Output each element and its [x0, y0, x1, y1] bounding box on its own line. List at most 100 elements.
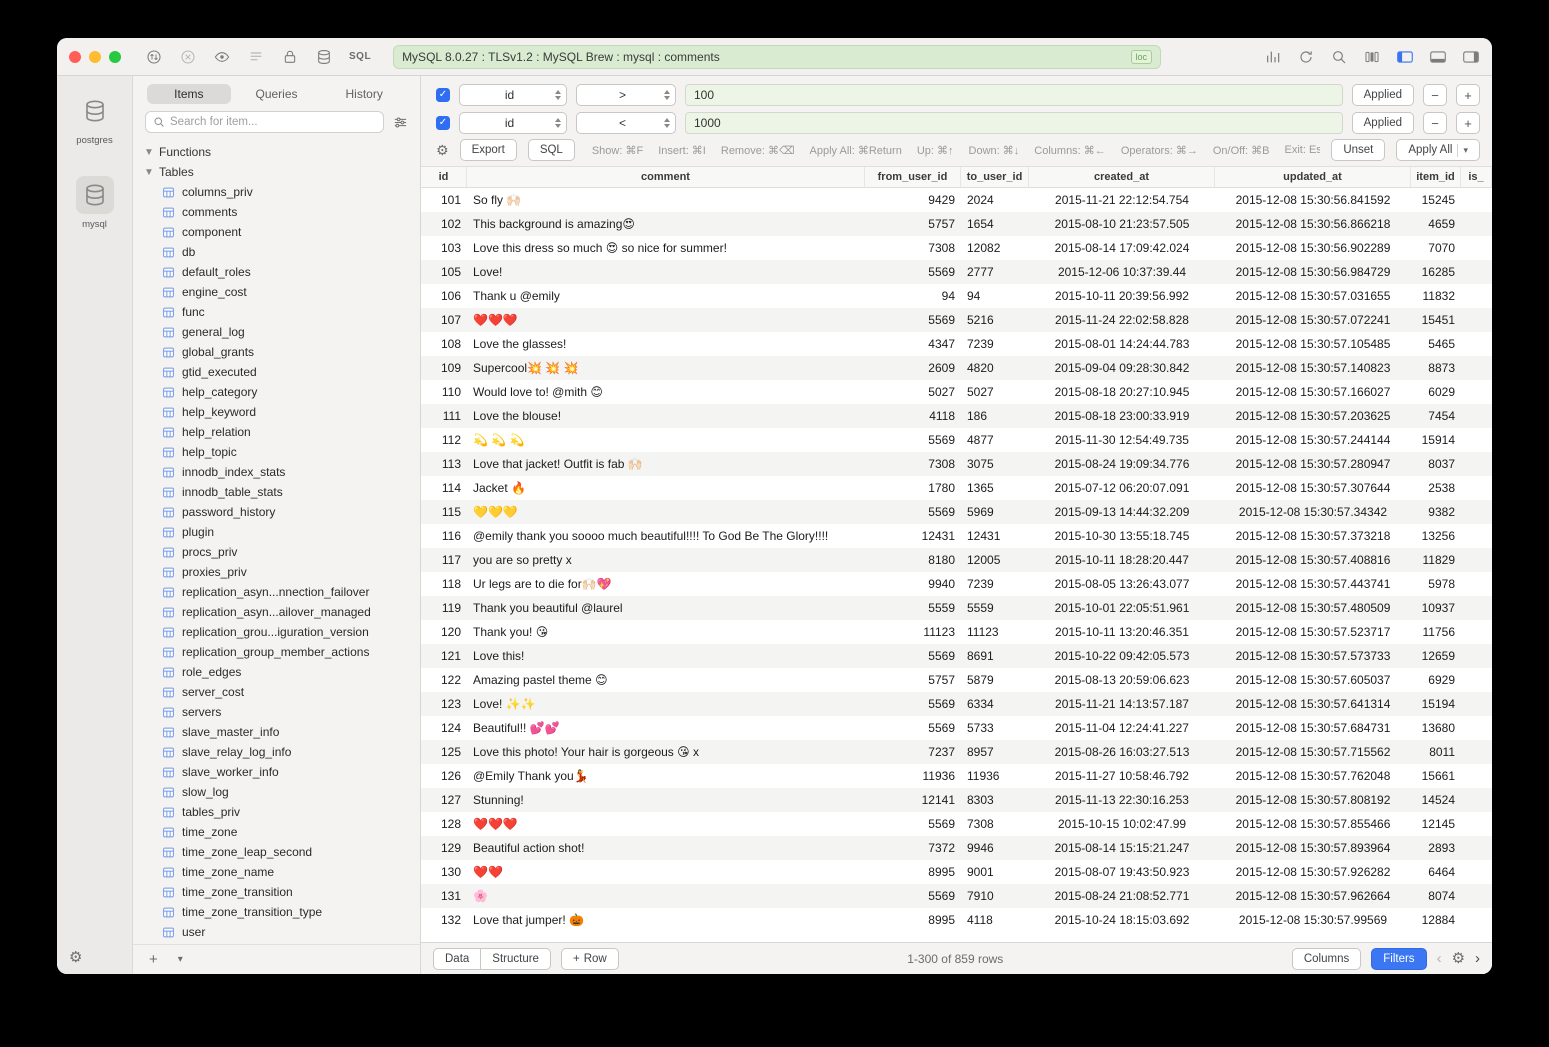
cell-created-at[interactable]: 2015-08-18 23:00:33.919	[1029, 409, 1215, 423]
table-row[interactable]: 116 @emily thank you soooo much beautifu…	[421, 524, 1492, 548]
filter-operator-select[interactable]: <	[576, 112, 676, 134]
cell-from-user-id[interactable]: 5569	[865, 649, 961, 663]
cell-updated-at[interactable]: 2015-12-08 15:30:57.140823	[1215, 361, 1411, 375]
cell-comment[interactable]: So fly 🙌🏻	[467, 193, 865, 207]
sidebar-table-item[interactable]: innodb_table_stats	[133, 482, 420, 502]
cell-item-id[interactable]: 15451	[1411, 313, 1461, 327]
table-row[interactable]: 106 Thank u @emily 94 94 2015-10-11 20:3…	[421, 284, 1492, 308]
cell-id[interactable]: 107	[421, 313, 467, 327]
cell-id[interactable]: 114	[421, 481, 467, 495]
cell-comment[interactable]: you are so pretty x	[467, 553, 865, 567]
cell-updated-at[interactable]: 2015-12-08 15:30:56.984729	[1215, 265, 1411, 279]
disclosure-triangle-icon[interactable]: ▼	[144, 147, 153, 158]
cell-created-at[interactable]: 2015-11-04 12:24:41.227	[1029, 721, 1215, 735]
cell-to-user-id[interactable]: 5879	[961, 673, 1029, 687]
cell-from-user-id[interactable]: 5569	[865, 505, 961, 519]
cell-item-id[interactable]: 8074	[1411, 889, 1461, 903]
table-row[interactable]: 111 Love the blouse! 4118 186 2015-08-18…	[421, 404, 1492, 428]
cell-comment[interactable]: This background is amazing😍	[467, 217, 865, 231]
sidebar-table-item[interactable]: default_roles	[133, 262, 420, 282]
cell-comment[interactable]: Love the blouse!	[467, 409, 865, 423]
cell-from-user-id[interactable]: 4347	[865, 337, 961, 351]
filter-enabled-checkbox[interactable]: ✓	[436, 88, 450, 102]
sidebar-table-item[interactable]: plugin	[133, 522, 420, 542]
cell-item-id[interactable]: 15194	[1411, 697, 1461, 711]
minimize-window-button[interactable]	[89, 51, 101, 63]
cell-from-user-id[interactable]: 94	[865, 289, 961, 303]
cell-comment[interactable]: Love this photo! Your hair is gorgeous 😘…	[467, 745, 865, 759]
cell-comment[interactable]: 💛💛💛	[467, 505, 865, 519]
chart-icon[interactable]	[1264, 48, 1282, 66]
table-row[interactable]: 129 Beautiful action shot! 7372 9946 201…	[421, 836, 1492, 860]
cell-to-user-id[interactable]: 5216	[961, 313, 1029, 327]
cell-comment[interactable]: @emily thank you soooo much beautiful!!!…	[467, 529, 865, 543]
cell-id[interactable]: 117	[421, 553, 467, 567]
cell-updated-at[interactable]: 2015-12-08 15:30:56.841592	[1215, 193, 1411, 207]
cell-from-user-id[interactable]: 4118	[865, 409, 961, 423]
tree-group-tables[interactable]: ▼ Tables	[133, 162, 420, 182]
cell-id[interactable]: 122	[421, 673, 467, 687]
cell-item-id[interactable]: 12659	[1411, 649, 1461, 663]
cell-comment[interactable]: Beautiful!! 💕💕	[467, 721, 865, 735]
cell-from-user-id[interactable]: 12141	[865, 793, 961, 807]
filter-value-input[interactable]	[685, 112, 1343, 134]
close-window-button[interactable]	[69, 51, 81, 63]
table-row[interactable]: 123 Love! ✨✨ 5569 6334 2015-11-21 14:13:…	[421, 692, 1492, 716]
apply-all-button[interactable]: Apply All ▾	[1396, 139, 1480, 161]
cell-updated-at[interactable]: 2015-12-08 15:30:57.99569	[1215, 913, 1411, 927]
connection-mysql[interactable]: mysql	[76, 176, 114, 230]
table-row[interactable]: 110 Would love to! @mith 😊 5027 5027 201…	[421, 380, 1492, 404]
tab-history[interactable]: History	[322, 84, 406, 104]
table-row[interactable]: 102 This background is amazing😍 5757 165…	[421, 212, 1492, 236]
cell-id[interactable]: 131	[421, 889, 467, 903]
cell-id[interactable]: 127	[421, 793, 467, 807]
cell-item-id[interactable]: 13680	[1411, 721, 1461, 735]
cell-id[interactable]: 111	[421, 409, 467, 423]
next-page-icon[interactable]: ›	[1475, 951, 1480, 966]
sidebar-table-item[interactable]: engine_cost	[133, 282, 420, 302]
sidebar-table-item[interactable]: role_edges	[133, 662, 420, 682]
cell-from-user-id[interactable]: 5559	[865, 601, 961, 615]
table-row[interactable]: 117 you are so pretty x 8180 12005 2015-…	[421, 548, 1492, 572]
cell-updated-at[interactable]: 2015-12-08 15:30:57.105485	[1215, 337, 1411, 351]
cell-created-at[interactable]: 2015-11-21 14:13:57.187	[1029, 697, 1215, 711]
cell-from-user-id[interactable]: 12431	[865, 529, 961, 543]
cell-to-user-id[interactable]: 12005	[961, 553, 1029, 567]
cell-updated-at[interactable]: 2015-12-08 15:30:57.166027	[1215, 385, 1411, 399]
cell-created-at[interactable]: 2015-10-22 09:42:05.573	[1029, 649, 1215, 663]
cell-from-user-id[interactable]: 5569	[865, 433, 961, 447]
cell-created-at[interactable]: 2015-08-13 20:59:06.623	[1029, 673, 1215, 687]
cell-item-id[interactable]: 7070	[1411, 241, 1461, 255]
cell-updated-at[interactable]: 2015-12-08 15:30:57.715562	[1215, 745, 1411, 759]
disclosure-triangle-icon[interactable]: ▼	[144, 167, 153, 178]
cell-from-user-id[interactable]: 7237	[865, 745, 961, 759]
filter-column-select[interactable]: id	[459, 84, 567, 106]
search-input[interactable]	[170, 116, 376, 128]
cell-updated-at[interactable]: 2015-12-08 15:30:57.808192	[1215, 793, 1411, 807]
cell-item-id[interactable]: 11832	[1411, 289, 1461, 303]
refresh-icon[interactable]	[1297, 48, 1315, 66]
cell-updated-at[interactable]: 2015-12-08 15:30:56.902289	[1215, 241, 1411, 255]
table-row[interactable]: 122 Amazing pastel theme 😊 5757 5879 201…	[421, 668, 1492, 692]
cell-to-user-id[interactable]: 5027	[961, 385, 1029, 399]
cell-from-user-id[interactable]: 11936	[865, 769, 961, 783]
cell-updated-at[interactable]: 2015-12-08 15:30:57.34342	[1215, 505, 1411, 519]
applied-button[interactable]: Applied	[1352, 84, 1414, 106]
sidebar-table-item[interactable]: time_zone_transition	[133, 882, 420, 902]
cell-created-at[interactable]: 2015-11-21 22:12:54.754	[1029, 193, 1215, 207]
column-header-created-at[interactable]: created_at	[1029, 167, 1215, 187]
cell-comment[interactable]: Jacket 🔥	[467, 481, 865, 495]
table-row[interactable]: 132 Love that jumper! 🎃 8995 4118 2015-1…	[421, 908, 1492, 932]
table-row[interactable]: 119 Thank you beautiful @laurel 5559 555…	[421, 596, 1492, 620]
cell-item-id[interactable]: 8037	[1411, 457, 1461, 471]
cell-from-user-id[interactable]: 8995	[865, 913, 961, 927]
remove-filter-button[interactable]: −	[1423, 112, 1447, 134]
cell-item-id[interactable]: 8873	[1411, 361, 1461, 375]
cell-updated-at[interactable]: 2015-12-08 15:30:57.443741	[1215, 577, 1411, 591]
cell-created-at[interactable]: 2015-08-07 19:43:50.923	[1029, 865, 1215, 879]
sidebar-table-item[interactable]: func	[133, 302, 420, 322]
table-row[interactable]: 105 Love! 5569 2777 2015-12-06 10:37:39.…	[421, 260, 1492, 284]
unset-button[interactable]: Unset	[1331, 139, 1385, 161]
cell-updated-at[interactable]: 2015-12-08 15:30:57.203625	[1215, 409, 1411, 423]
cell-item-id[interactable]: 12884	[1411, 913, 1461, 927]
